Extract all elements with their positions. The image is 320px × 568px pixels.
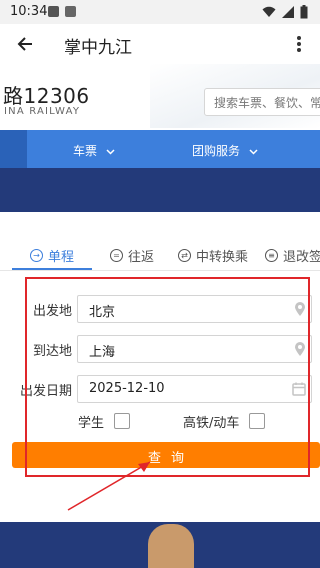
nav-item-label: 车票 (73, 144, 98, 158)
active-tab-indicator (12, 268, 92, 270)
bottom-banner-graphic (148, 524, 194, 568)
overflow-menu-icon[interactable] (296, 35, 302, 53)
chevron-down-icon (106, 148, 115, 155)
nav-item-tickets[interactable]: 车票 (73, 142, 115, 159)
refund-circle-icon: ≡ (265, 249, 278, 262)
tab-label: 中转换乘 (196, 250, 249, 265)
app-bar: 掌中九江 (0, 24, 320, 64)
nav-item-group-buy[interactable]: 团购服务 (192, 142, 258, 159)
wifi-icon (262, 6, 276, 17)
app-title: 掌中九江 (64, 38, 132, 58)
tab-label: 往返 (128, 250, 155, 265)
tab-label: 退改签 (283, 250, 320, 265)
nav-bar (0, 130, 320, 168)
equal-circle-icon: = (110, 249, 123, 262)
back-arrow-icon[interactable] (16, 35, 34, 53)
search-placeholder: 搜索车票、餐饮、常 (214, 96, 320, 110)
tab-round-trip[interactable]: = 往返 (110, 246, 154, 265)
battery-icon (300, 5, 308, 19)
tab-label: 单程 (48, 250, 75, 265)
nav-left-stub (0, 130, 27, 168)
nav-item-label: 团购服务 (192, 144, 241, 158)
text-notification-icon (65, 6, 76, 17)
tab-divider (0, 270, 320, 271)
site-logo-subtext: INA RAILWAY (4, 106, 81, 117)
transfer-circle-icon: ⇄ (178, 249, 191, 262)
annotation-highlight-box (25, 277, 310, 477)
tab-one-way[interactable]: → 单程 (30, 246, 74, 265)
annotation-arrow (67, 461, 151, 511)
image-notification-icon (48, 6, 59, 17)
chevron-down-icon (249, 148, 258, 155)
banner-band (0, 168, 320, 212)
arrow-circle-icon: → (30, 249, 43, 262)
status-time: 10:34 (10, 4, 48, 19)
site-search-input[interactable]: 搜索车票、餐饮、常 (204, 88, 320, 116)
tab-refund[interactable]: ≡ 退改签 (265, 246, 320, 265)
site-logo-text: 路12306 (3, 84, 90, 108)
status-bar: 10:34 (0, 0, 320, 24)
tab-transfer[interactable]: ⇄ 中转换乘 (178, 246, 248, 265)
signal-icon (282, 6, 294, 18)
